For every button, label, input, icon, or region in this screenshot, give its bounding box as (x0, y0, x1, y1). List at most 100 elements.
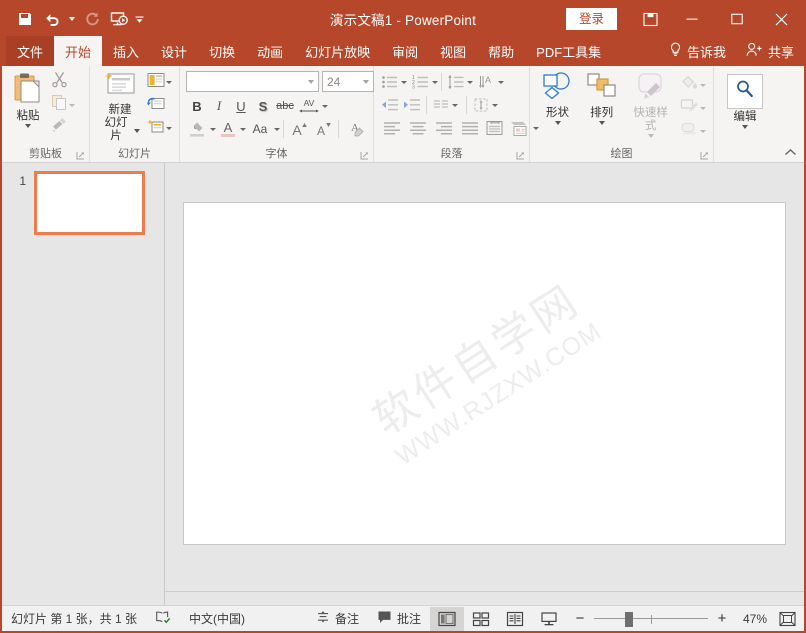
text-fit-button[interactable] (483, 117, 507, 139)
spellcheck-button[interactable] (146, 607, 180, 631)
ribbon-display-options-icon[interactable] (631, 2, 669, 36)
shape-fill-button[interactable] (678, 74, 708, 96)
cut-button[interactable] (49, 71, 77, 93)
undo-dropdown-icon[interactable] (66, 6, 78, 32)
shape-outline-button[interactable] (678, 97, 708, 119)
maximize-button[interactable] (714, 2, 759, 36)
increase-font-size-button[interactable]: A (287, 118, 311, 140)
numbering-dropdown-icon[interactable] (432, 80, 438, 84)
paste-button[interactable]: 粘贴 (7, 69, 49, 130)
reading-view-button[interactable] (498, 607, 532, 631)
slide-thumbnail-pane[interactable]: 1 (2, 163, 165, 605)
numbering-button[interactable]: 123 (410, 71, 432, 93)
copy-dropdown-icon[interactable] (69, 103, 75, 107)
align-text-button[interactable] (470, 94, 492, 116)
decrease-indent-button[interactable] (379, 94, 401, 116)
layout-dropdown-icon[interactable] (166, 80, 172, 84)
font-color-button[interactable]: A (216, 118, 240, 140)
font-name-input[interactable] (186, 71, 319, 92)
zoom-slider[interactable] (590, 608, 712, 630)
bullets-button[interactable] (379, 71, 401, 93)
fit-to-window-button[interactable] (774, 607, 800, 631)
undo-button[interactable] (39, 6, 65, 32)
underline-button[interactable]: U (230, 95, 252, 117)
slideshow-view-button[interactable] (532, 607, 566, 631)
tab-help[interactable]: 帮助 (477, 36, 525, 66)
character-spacing-button[interactable]: AV (296, 95, 322, 117)
bullets-dropdown-icon[interactable] (401, 80, 407, 84)
close-button[interactable] (759, 2, 804, 36)
drawing-dialog-launcher[interactable] (700, 151, 709, 160)
line-spacing-dropdown-icon[interactable] (467, 80, 473, 84)
align-right-button[interactable] (431, 117, 457, 139)
language-status[interactable]: 中文(中国) (180, 607, 254, 631)
shape-effects-dropdown-icon[interactable] (700, 129, 706, 133)
clear-formatting-button[interactable]: A (342, 118, 366, 140)
tab-review[interactable]: 审阅 (381, 36, 429, 66)
text-direction-dropdown-icon[interactable] (498, 80, 504, 84)
tab-insert[interactable]: 插入 (102, 36, 150, 66)
line-spacing-button[interactable] (445, 71, 467, 93)
copy-button[interactable] (49, 94, 77, 116)
zoom-out-button[interactable]: − (570, 608, 590, 630)
arrange-dropdown-icon[interactable] (598, 121, 605, 125)
editing-dropdown-icon[interactable] (742, 125, 748, 129)
arrange-button[interactable]: 排列 (580, 70, 623, 127)
notes-button[interactable]: 备注 (307, 607, 368, 631)
slide-editor-pane[interactable]: 软件自学网 WWW.RJZXW.COM (165, 163, 804, 605)
text-direction-button[interactable]: A (476, 71, 498, 93)
bold-button[interactable]: B (186, 95, 208, 117)
tab-slideshow[interactable]: 幻灯片放映 (294, 36, 381, 66)
change-case-button[interactable]: Aa (246, 118, 274, 140)
customize-quick-access-icon[interactable] (133, 6, 145, 32)
new-slide-dropdown-icon[interactable] (134, 128, 140, 133)
align-center-button[interactable] (405, 117, 431, 139)
share-button[interactable]: 共享 (736, 36, 804, 66)
normal-view-button[interactable] (430, 606, 464, 631)
editing-button[interactable]: 编辑 (722, 72, 768, 131)
slide-count-status[interactable]: 幻灯片 第 1 张，共 1 张 (2, 607, 146, 631)
collapse-ribbon-icon[interactable] (782, 145, 798, 159)
section-button[interactable] (145, 117, 174, 139)
decrease-font-size-button[interactable]: A (311, 118, 335, 140)
strikethrough-button[interactable]: abc (274, 95, 296, 117)
font-dialog-launcher[interactable] (360, 151, 369, 160)
columns-button[interactable] (430, 94, 452, 116)
tab-animations[interactable]: 动画 (246, 36, 294, 66)
layout-button[interactable] (145, 71, 174, 93)
font-size-dropdown-icon[interactable] (358, 72, 373, 91)
shape-fill-dropdown-icon[interactable] (700, 83, 706, 87)
increase-indent-button[interactable] (401, 94, 423, 116)
quick-styles-button[interactable]: 快速样式 (623, 70, 678, 140)
start-slideshow-button[interactable] (106, 6, 132, 32)
clear-all-formatting-button[interactable]: a (186, 118, 210, 140)
tab-view[interactable]: 视图 (429, 36, 477, 66)
reset-button[interactable] (145, 94, 174, 116)
text-shadow-button[interactable]: S (252, 95, 274, 117)
minimize-button[interactable] (669, 2, 714, 36)
tab-pdf-tools[interactable]: PDF工具集 (525, 36, 612, 66)
columns-dropdown-icon[interactable] (452, 103, 458, 107)
new-slide-button[interactable]: 新建 幻灯片 (95, 69, 145, 145)
horizontal-scrollbar[interactable] (165, 591, 804, 605)
zoom-level-label[interactable]: 47% (732, 612, 770, 626)
paste-dropdown-icon[interactable] (25, 124, 31, 128)
align-text-dropdown-icon[interactable] (492, 103, 498, 107)
redo-button[interactable] (79, 6, 105, 32)
tab-file[interactable]: 文件 (6, 36, 55, 66)
clipboard-dialog-launcher[interactable] (76, 151, 85, 160)
shape-outline-dropdown-icon[interactable] (700, 106, 706, 110)
shapes-button[interactable]: 形状 (535, 70, 580, 127)
tab-design[interactable]: 设计 (150, 36, 198, 66)
section-dropdown-icon[interactable] (166, 126, 172, 130)
slide-sorter-button[interactable] (464, 607, 498, 631)
format-painter-button[interactable] (49, 117, 77, 139)
paragraph-dialog-launcher[interactable] (516, 151, 525, 160)
change-case-dropdown-icon[interactable] (274, 127, 280, 131)
character-spacing-dropdown-icon[interactable] (322, 104, 328, 108)
font-size-input[interactable]: 24 (322, 71, 374, 92)
sign-in-button[interactable]: 登录 (565, 8, 617, 30)
shape-effects-button[interactable] (678, 120, 708, 142)
save-button[interactable] (12, 6, 38, 32)
tell-me-button[interactable]: 告诉我 (659, 36, 736, 66)
